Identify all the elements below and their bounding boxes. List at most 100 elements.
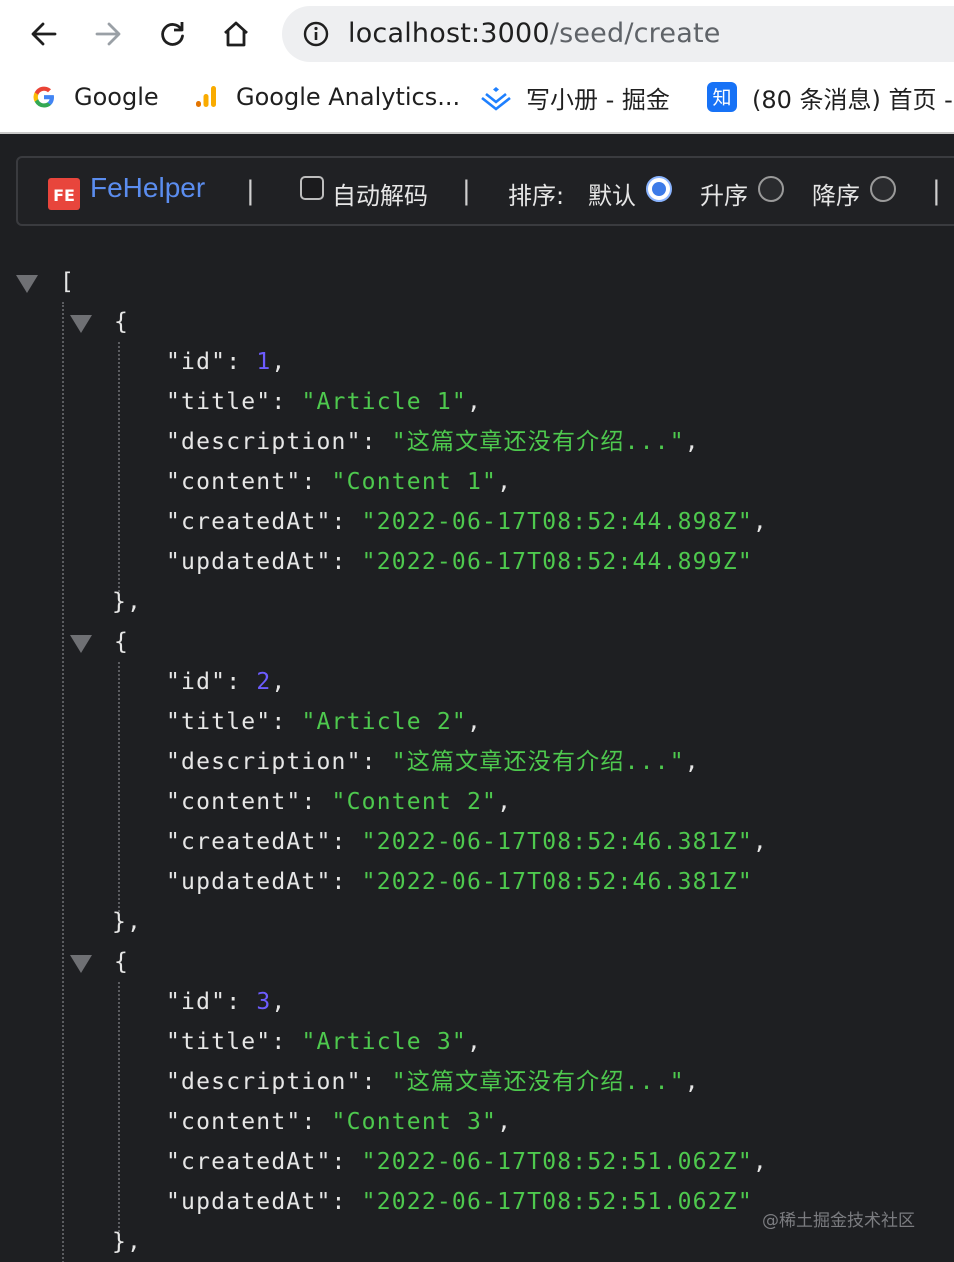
sort-desc-label[interactable]: 降序 [812,176,860,211]
json-open-bracket: [ [60,262,75,302]
comma: , [684,749,700,775]
sort-desc-radio[interactable] [870,176,896,202]
auto-decode-checkbox[interactable] [300,176,324,200]
forward-button[interactable] [86,12,130,56]
json-key: "description" [166,429,362,455]
json-key: "title" [166,1029,272,1055]
sort-asc-label[interactable]: 升序 [700,176,748,211]
fehelper-brand[interactable]: FeHelper [90,172,205,204]
indent-guide [118,662,120,932]
url-text[interactable]: localhost:3000/seed/create [348,18,721,49]
svg-text:知: 知 [712,87,731,109]
json-key: "title" [166,389,272,415]
comma: , [684,1069,700,1095]
sort-default-radio[interactable] [646,176,672,202]
json-value: "这篇文章还没有介绍..." [391,429,685,455]
comma: , [752,1149,768,1175]
bookmark-juejin[interactable]: 写小册 - 掘金 [480,74,670,120]
url-path: /seed/create [549,18,721,49]
url-host: localhost:3000 [348,18,550,49]
comma: , [752,509,768,535]
collapse-object-toggle[interactable] [70,315,92,333]
bookmark-zhihu[interactable]: 知 (80 条消息) 首页 - [706,74,953,120]
close-brace: }, [112,909,143,935]
json-value: "这篇文章还没有介绍..." [391,749,685,775]
json-property-row: "description": "这篇文章还没有介绍...", [166,1062,700,1102]
collapse-object-toggle[interactable] [70,955,92,973]
json-key: "content" [166,469,302,495]
json-property-row: "description": "这篇文章还没有介绍...", [166,742,700,782]
reload-button[interactable] [150,12,194,56]
colon: : [331,1189,362,1215]
watermark: @稀土掘金技术社区 [762,1211,915,1231]
bookmark-google-analytics[interactable]: Google Analytics... [190,74,460,120]
json-key: "description" [166,1069,362,1095]
comma: , [271,669,287,695]
open-bracket: [ [60,269,76,295]
colon: : [361,749,392,775]
json-value: "2022-06-17T08:52:46.381Z" [361,869,753,895]
open-brace: { [114,309,130,335]
colon: : [331,549,362,575]
browser-chrome: localhost:3000/seed/create Google Google… [0,0,954,134]
json-value: 1 [256,349,272,375]
json-property-row: "content": "Content 1", [166,462,512,502]
comma: , [466,1029,483,1055]
json-key: "id" [166,349,227,375]
json-value: "2022-06-17T08:52:51.062Z" [361,1149,753,1175]
svg-text:FE: FE [53,186,75,205]
json-property-row: "id": 2, [166,662,286,702]
address-bar[interactable]: localhost:3000/seed/create [282,6,954,62]
json-property-row: "updatedAt": "2022-06-17T08:52:51.062Z" [166,1182,753,1222]
json-key: "content" [166,789,302,815]
json-property-row: "createdAt": "2022-06-17T08:52:51.062Z", [166,1142,768,1182]
bookmark-label: Google [74,83,159,111]
json-value: 3 [256,989,272,1015]
collapse-object-toggle[interactable] [70,635,92,653]
colon: : [301,789,332,815]
fehelper-logo-icon: FE [48,178,80,210]
json-property-row: "title": "Article 3", [166,1022,482,1062]
comma: , [271,989,287,1015]
json-close-brace: }, [112,902,142,942]
colon: : [331,509,362,535]
juejin-icon [480,81,512,113]
colon: : [331,829,362,855]
json-viewer: [{"id": 1, "title": "Article 1", "descript… [0,240,954,1262]
comma: , [497,789,513,815]
colon: : [331,1149,362,1175]
comma: , [271,349,287,375]
auto-decode-label[interactable]: 自动解码 [332,176,428,211]
bookmark-google[interactable]: Google [28,74,159,120]
collapse-array-toggle[interactable] [16,275,38,293]
colon: : [271,1029,302,1055]
comma: , [466,709,483,735]
json-value: "这篇文章还没有介绍..." [391,1069,685,1095]
reload-icon [161,22,184,46]
analytics-icon [190,81,222,113]
json-property-row: "createdAt": "2022-06-17T08:52:46.381Z", [166,822,768,862]
json-value: "Article 2" [301,709,467,735]
json-property-row: "content": "Content 3", [166,1102,512,1142]
json-key: "createdAt" [166,509,332,535]
colon: : [301,469,332,495]
json-property-row: "id": 1, [166,342,286,382]
json-value: "Article 3" [301,1029,467,1055]
colon: : [361,1069,392,1095]
json-key: "updatedAt" [166,549,332,575]
indent-guide [118,982,120,1252]
json-value: "2022-06-17T08:52:46.381Z" [361,829,753,855]
sort-default-label[interactable]: 默认 [588,176,636,211]
back-button[interactable] [22,12,66,56]
indent-guide [62,302,64,1262]
json-value: "2022-06-17T08:52:44.898Z" [361,509,753,535]
sort-asc-radio[interactable] [758,176,784,202]
json-property-row: "id": 3, [166,982,286,1022]
json-open-brace: { [114,942,129,982]
home-button[interactable] [214,12,258,56]
info-icon[interactable] [302,20,330,48]
json-open-brace: { [114,622,129,662]
sort-label: 排序: [508,182,565,210]
google-icon [28,81,60,113]
toolbar-separator: | [246,176,255,206]
